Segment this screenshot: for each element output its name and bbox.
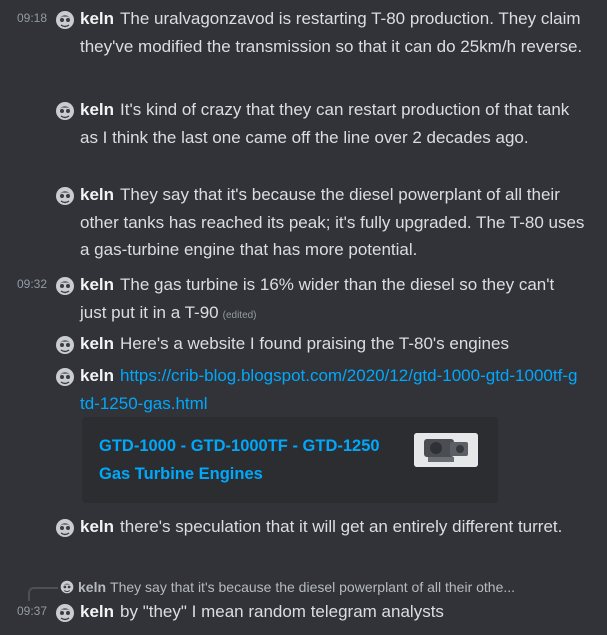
avatar-icon[interactable] <box>55 101 75 121</box>
message-author[interactable]: keln <box>80 9 114 28</box>
avatar-icon[interactable] <box>55 186 75 206</box>
message-text: They say that it's because the diesel po… <box>80 185 585 259</box>
embed-thumbnail[interactable] <box>414 433 478 467</box>
message-link[interactable]: https://crib-blog.blogspot.com/2020/12/g… <box>80 366 577 413</box>
avatar-icon[interactable] <box>55 335 75 355</box>
avatar-icon[interactable] <box>55 603 75 623</box>
avatar-icon[interactable] <box>55 276 75 296</box>
message-author[interactable]: keln <box>80 100 114 119</box>
message-text: by "they" I mean random telegram analyst… <box>120 602 444 621</box>
message-author[interactable]: keln <box>80 366 114 385</box>
avatar-icon[interactable] <box>55 518 75 538</box>
message-timestamp: 09:37 <box>17 604 48 618</box>
message-text: It's kind of crazy that they can restart… <box>80 100 570 147</box>
message-author[interactable]: keln <box>80 185 114 204</box>
message-author[interactable]: keln <box>80 602 114 621</box>
message-author[interactable]: keln <box>80 275 114 294</box>
link-embed-card: GTD-1000 - GTD-1000TF - GTD-1250 Gas Tur… <box>82 417 498 503</box>
reply-text: They say that it's because the diesel po… <box>110 579 516 595</box>
embed-title-link[interactable]: GTD-1000 - GTD-1000TF - GTD-1250 Gas Tur… <box>99 433 389 488</box>
avatar-icon[interactable] <box>55 10 75 30</box>
message-text: The gas turbine is 16% wider than the di… <box>80 275 555 322</box>
reply-author: keln <box>78 579 107 595</box>
message-text: Here's a website I found praising the T-… <box>120 334 509 353</box>
message-timestamp: 09:18 <box>17 11 48 25</box>
message-text: The uralvagonzavod is restarting T-80 pr… <box>80 9 583 56</box>
message-author[interactable]: keln <box>80 334 114 353</box>
message-text: there's speculation that it will get an … <box>120 517 563 536</box>
message-author[interactable]: keln <box>80 517 114 536</box>
avatar-icon[interactable] <box>55 367 75 387</box>
reply-avatar-icon <box>60 580 74 594</box>
edited-label: (edited) <box>222 309 257 321</box>
reply-reference[interactable]: keln They say that it's because the diese… <box>60 576 600 598</box>
message-timestamp: 09:32 <box>17 277 48 291</box>
chat-message-list: 09:18 keln The uralvagonzavod is restarti… <box>0 0 607 635</box>
